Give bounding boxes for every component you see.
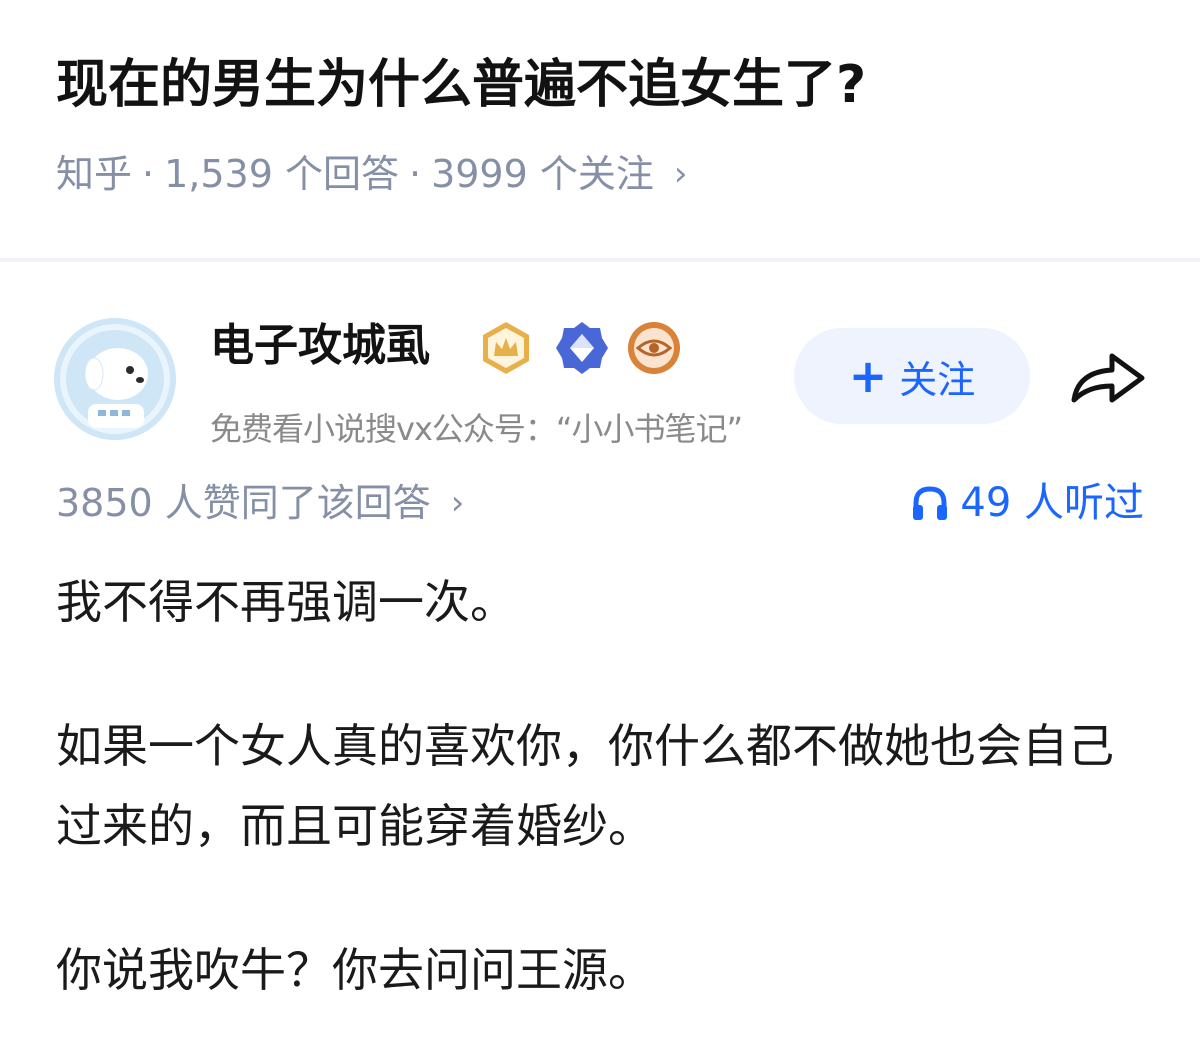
answer-paragraph: 如果一个女人真的喜欢你，你什么都不做她也会自己过来的，而且可能穿着婚纱。 bbox=[56, 719, 1114, 853]
upvote-summary[interactable]: 3850 人赞同了该回答 › bbox=[56, 476, 464, 530]
chevron-right-icon: › bbox=[450, 483, 465, 523]
question-title[interactable]: 现在的男生为什么普遍不追女生了? bbox=[56, 50, 866, 120]
follow-button[interactable]: + 关注 bbox=[794, 328, 1030, 424]
crown-badge-icon[interactable] bbox=[478, 320, 534, 376]
astronaut-dog-avatar-icon bbox=[54, 318, 176, 440]
author-avatar[interactable] bbox=[54, 318, 176, 440]
author-name[interactable]: 电子攻城虱 bbox=[210, 316, 430, 376]
section-divider bbox=[0, 258, 1200, 262]
answer-paragraph: 我不得不再强调一次。 bbox=[56, 575, 516, 629]
meta-separator: · bbox=[408, 152, 422, 196]
meta-separator: · bbox=[142, 152, 155, 196]
follow-button-label: 关注 bbox=[899, 357, 976, 402]
chevron-right-icon: › bbox=[673, 154, 688, 194]
author-signature: 免费看小说搜vx公众号：“小小书笔记” bbox=[210, 410, 743, 448]
listen-count-label: 49 人听过 bbox=[960, 480, 1144, 526]
source-label: 知乎 bbox=[56, 152, 133, 196]
follow-count: 3999 个关注 bbox=[431, 152, 654, 196]
share-arrow-icon[interactable] bbox=[1068, 346, 1148, 410]
answer-count: 1,539 个回答 bbox=[164, 152, 399, 196]
diamond-badge-icon[interactable] bbox=[554, 320, 610, 376]
headphones-icon bbox=[910, 483, 950, 523]
upvote-count: 3850 人赞同了该回答 bbox=[56, 481, 431, 525]
answer-paragraph: 你说我吹牛？你去问问王源。 bbox=[56, 943, 654, 997]
eye-badge-icon[interactable] bbox=[626, 320, 682, 376]
question-meta[interactable]: 知乎 · 1,539 个回答 · 3999 个关注 › bbox=[56, 148, 687, 200]
listen-count[interactable]: 49 人听过 bbox=[910, 476, 1144, 530]
plus-icon: + bbox=[848, 349, 888, 403]
